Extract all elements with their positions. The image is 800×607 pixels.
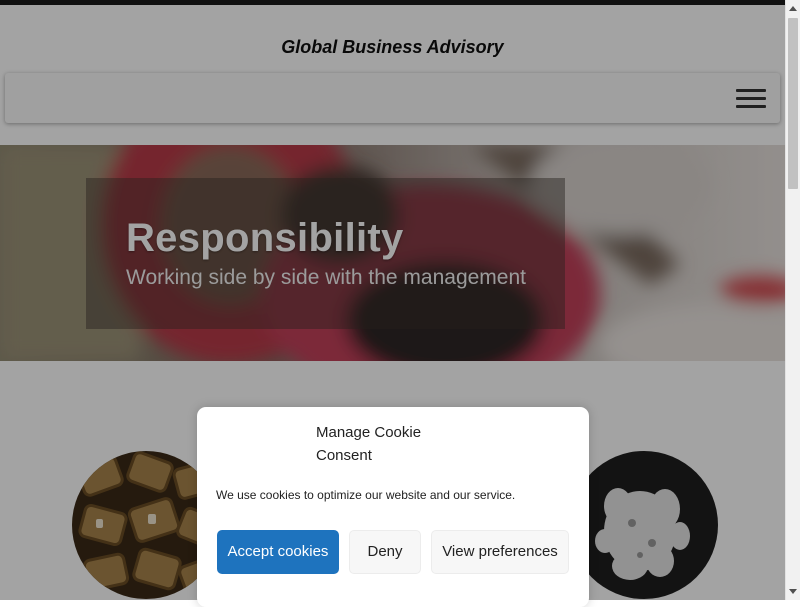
vertical-scrollbar[interactable] — [785, 0, 800, 600]
cookie-consent-dialog: Manage Cookie Consent We use cookies to … — [197, 407, 589, 607]
accept-cookies-button[interactable]: Accept cookies — [217, 530, 339, 574]
scroll-down-arrow-icon[interactable] — [789, 589, 797, 594]
view-preferences-button[interactable]: View preferences — [431, 530, 569, 574]
cookie-dialog-message: We use cookies to optimize our website a… — [216, 488, 516, 502]
scrollbar-thumb[interactable] — [788, 18, 798, 189]
scroll-up-arrow-icon[interactable] — [789, 6, 797, 11]
cookie-dialog-title: Manage Cookie Consent — [316, 424, 422, 464]
deny-cookies-button[interactable]: Deny — [349, 530, 421, 574]
